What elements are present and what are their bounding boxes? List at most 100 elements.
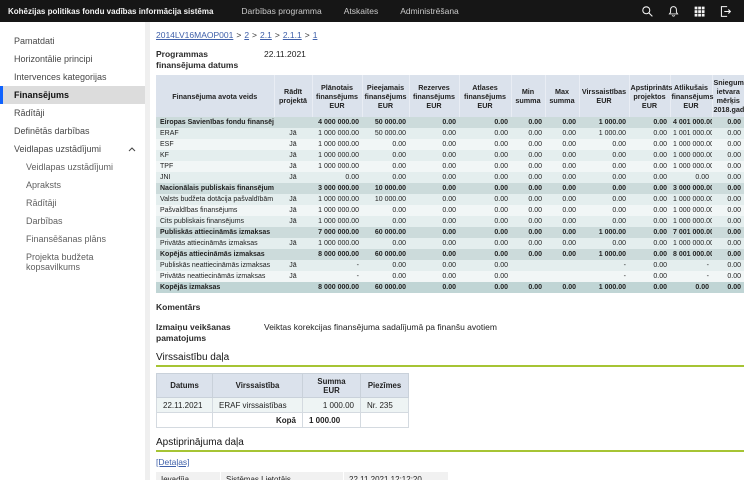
finance-cell: 1 000 000.00 <box>670 205 712 216</box>
finance-cell: Jā <box>274 161 312 172</box>
finance-cell: 0.00 <box>712 227 744 238</box>
finance-cell: 0.00 <box>545 139 579 150</box>
sidebar-item-label: Veidlapas uzstādījumi <box>14 144 101 154</box>
finance-cell: 0.00 <box>459 271 511 282</box>
finance-cell: 0.00 <box>362 238 409 249</box>
topbar-menu-item-darb-bas-programma[interactable]: Darbības programma <box>241 6 321 16</box>
notifications-icon[interactable] <box>667 5 680 18</box>
sidebar-item-label: Intervences kategorijas <box>14 72 107 82</box>
finance-cell: 0.00 <box>409 271 459 282</box>
finance-cell: 1 000.00 <box>579 128 629 139</box>
finance-cell: 10 000.00 <box>362 194 409 205</box>
finance-cell: 4 001 000.00 <box>670 117 712 128</box>
finance-cell: 0.00 <box>629 194 670 205</box>
finance-cell: 0.00 <box>670 172 712 183</box>
finance-column-header-pl-notais-finans-jums-eur: Plānotais finansējums EUR <box>312 75 362 117</box>
virssaistibas-total-label: Kopā <box>213 413 303 428</box>
finance-cell: 1 000 000.00 <box>670 216 712 227</box>
finance-cell: 0.00 <box>712 161 744 172</box>
virssaistibas-body: 22.11.2021ERAF virssaistības1 000.00Nr. … <box>157 398 409 428</box>
breadcrumb-link[interactable]: 1 <box>313 30 318 40</box>
sidebar-item-label: Pamatdati <box>14 36 55 46</box>
finance-cell: 0.00 <box>362 172 409 183</box>
finance-cell: 1 000 000.00 <box>670 238 712 249</box>
finance-cell: 0.00 <box>362 139 409 150</box>
sidebar-item-finans-jums[interactable]: Finansējums <box>0 86 150 104</box>
topbar-icons <box>641 5 744 18</box>
finance-cell: 10 000.00 <box>362 183 409 194</box>
breadcrumb-link[interactable]: 2 <box>244 30 249 40</box>
sidebar-subitem-projekta-bud-eta-kopsavilkums[interactable]: Projekta budžeta kopsavilkums <box>0 248 150 276</box>
topbar-menu-item-administr-ana[interactable]: Administrēšana <box>400 6 459 16</box>
virssaistibas-table: DatumsVirssaistībaSumma EURPiezīmes 22.1… <box>156 373 409 428</box>
approval-timestamp: 22.11.2021 12:12:20 <box>344 472 448 480</box>
justification-row: Izmaiņu veikšanas pamatojums Veiktas kor… <box>156 322 744 343</box>
finance-row: Publiskās attiecināmās izmaksas7 000 000… <box>156 227 744 238</box>
finance-cell: 0.00 <box>712 260 744 271</box>
finance-cell: 0.00 <box>579 238 629 249</box>
sidebar-subitem-apraksts[interactable]: Apraksts <box>0 176 150 194</box>
sidebar-item-pamatdati[interactable]: Pamatdati <box>0 32 150 50</box>
finance-cell: 0.00 <box>712 216 744 227</box>
finance-cell: 8 001 000.00 <box>670 249 712 260</box>
virssaistibas-column-header-datums: Datums <box>157 374 213 398</box>
justification-value: Veiktas korekcijas finansējuma sadalījum… <box>264 322 497 343</box>
finance-cell: 1 000 000.00 <box>312 216 362 227</box>
finance-cell: 0.00 <box>409 282 459 293</box>
finance-cell <box>545 260 579 271</box>
finance-cell: 0.00 <box>545 238 579 249</box>
finance-cell: 1 000 000.00 <box>670 150 712 161</box>
virssaistibas-empty-cell <box>157 413 213 428</box>
finance-cell: 0.00 <box>409 205 459 216</box>
finance-cell: 0.00 <box>459 183 511 194</box>
breadcrumb-link[interactable]: 2.1.1 <box>283 30 302 40</box>
finance-cell <box>545 271 579 282</box>
finance-cell: 0.00 <box>511 128 545 139</box>
search-icon[interactable] <box>641 5 654 18</box>
breadcrumb-link[interactable]: 2014LV16MAOP001 <box>156 30 233 40</box>
finance-cell: 0.00 <box>629 128 670 139</box>
sidebar-item-defin-t-s-darb-bas[interactable]: Definētās darbības <box>0 122 150 140</box>
sidebar-item-intervences-kategorijas[interactable]: Intervences kategorijas <box>0 68 150 86</box>
finance-cell: 0.00 <box>409 161 459 172</box>
sidebar-item-horizont-lie-principi[interactable]: Horizontālie principi <box>0 50 150 68</box>
finance-source-name: Pašvaldības finansējums <box>156 205 274 216</box>
finance-cell: 0.00 <box>712 150 744 161</box>
finance-cell: 0.00 <box>545 117 579 128</box>
breadcrumb-link[interactable]: 2.1 <box>260 30 272 40</box>
finance-cell: 0.00 <box>511 216 545 227</box>
sidebar-subitem-veidlapas-uzst-d-jumi[interactable]: Veidlapas uzstādījumi <box>0 158 150 176</box>
sidebar: Pamatdati Horizontālie principi Intervence… <box>0 22 150 480</box>
finance-cell: 0.00 <box>545 150 579 161</box>
approval-section-title: Apstiprinājuma daļa <box>156 437 744 448</box>
topbar-menu-item-atskaites[interactable]: Atskaites <box>344 6 379 16</box>
finance-cell: Jā <box>274 216 312 227</box>
virssaistibas-column-header-summa-eur: Summa EUR <box>303 374 361 398</box>
finance-cell <box>511 271 545 282</box>
sidebar-item-r-d-t-ji[interactable]: Rādītāji <box>0 104 150 122</box>
sidebar-item-veidlapas-uzst-d-jumi[interactable]: Veidlapas uzstādījumi <box>0 140 150 158</box>
finance-cell: 0.00 <box>545 194 579 205</box>
finance-cell: 7 000 000.00 <box>312 227 362 238</box>
finance-row: Eiropas Savienības fondu finansējums4 00… <box>156 117 744 128</box>
logout-icon[interactable] <box>719 5 732 18</box>
sidebar-subitem-r-d-t-ji[interactable]: Rādītāji <box>0 194 150 212</box>
details-link[interactable]: [Detaļas] <box>156 457 190 467</box>
finance-column-header-r-d-t-projekt: Rādīt projektā <box>274 75 312 117</box>
finance-column-header-apstiprin-ts-projektos-eur: Apstiprināts projektos EUR <box>629 75 670 117</box>
sidebar-nav: Pamatdati Horizontālie principi Intervence… <box>0 32 150 276</box>
sidebar-subitem-darb-bas[interactable]: Darbības <box>0 212 150 230</box>
finance-cell <box>274 249 312 260</box>
finance-cell: 1 000 000.00 <box>670 194 712 205</box>
breadcrumb-separator: > <box>305 30 310 40</box>
finance-cell: 0.00 <box>409 172 459 183</box>
sidebar-subitem-finans-anas-pl-ns[interactable]: Finansēšanas plāns <box>0 230 150 248</box>
finance-source-name: Kopējās izmaksas <box>156 282 274 293</box>
finance-cell: 0.00 <box>459 150 511 161</box>
finance-cell: 0.00 <box>511 227 545 238</box>
finance-source-name: TPF <box>156 161 274 172</box>
finance-cell: 0.00 <box>629 117 670 128</box>
finance-cell: Jā <box>274 260 312 271</box>
app-switcher-icon[interactable] <box>693 5 706 18</box>
sidebar-scrollbar[interactable] <box>145 22 150 480</box>
